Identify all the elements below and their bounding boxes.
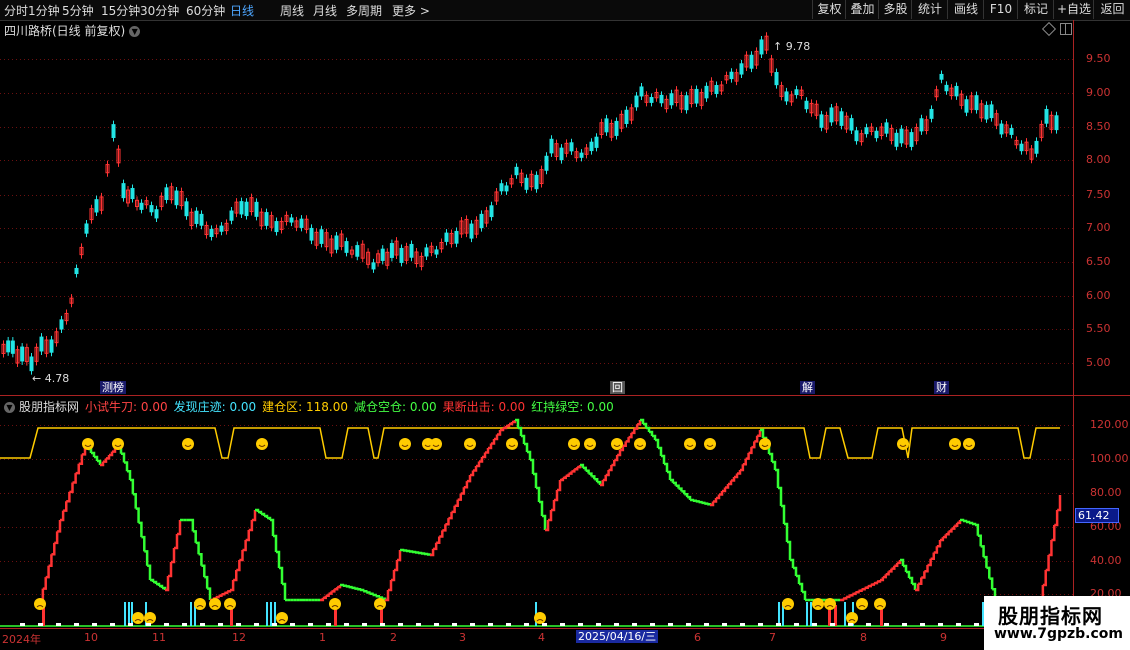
indicator-item: 果断出击: 0.00 [442, 400, 526, 414]
date-label: 4 [538, 631, 545, 644]
indicator-item: 小试牛刀: 0.00 [85, 400, 168, 414]
date-label: 12 [232, 631, 246, 644]
svg-text:↑ 9.78: ↑ 9.78 [773, 40, 810, 53]
price-tick: 7.50 [1086, 188, 1111, 201]
chevron-down-icon[interactable]: ▼ [4, 402, 15, 413]
event-marker[interactable]: 回 [610, 381, 625, 394]
date-label: 1 [319, 631, 326, 644]
indicator-tick: 40.00 [1090, 554, 1122, 567]
price-tick: 8.50 [1086, 120, 1111, 133]
watermark-title: 股朋指标网 [998, 604, 1103, 628]
indicator-tick: 80.00 [1090, 486, 1122, 499]
date-label: 3 [459, 631, 466, 644]
indicator-tick: 100.00 [1090, 452, 1129, 465]
price-tick: 6.00 [1086, 289, 1111, 302]
date-label: 2 [390, 631, 397, 644]
indicator-tick: 120.00 [1090, 418, 1129, 431]
event-marker[interactable]: 解 [800, 381, 815, 394]
indicator-item: 发现庄迹: 0.00 [173, 400, 257, 414]
indicator-name: 股朋指标网 [19, 400, 80, 414]
date-cursor: 2025/04/16/三 [576, 630, 658, 643]
date-label: 2024年 [2, 633, 41, 646]
date-label: 6 [694, 631, 701, 644]
indicator-item: 建仓区: 118.00 [262, 400, 349, 414]
date-label: 10 [84, 631, 98, 644]
price-tick: 5.50 [1086, 322, 1111, 335]
event-marker[interactable]: 测榜 [100, 381, 126, 394]
last-value-badge: 61.42 [1075, 508, 1119, 523]
price-chart[interactable]: ↑ 9.78 ← 4.78 [0, 0, 1130, 650]
price-tick: 9.50 [1086, 52, 1111, 65]
indicator-title: ▼ 股朋指标网 小试牛刀: 0.00 发现庄迹: 0.00 建仓区: 118.00 减仓空… [4, 398, 626, 415]
price-tick: 8.00 [1086, 153, 1111, 166]
date-label: 11 [152, 631, 166, 644]
event-marker[interactable]: 财 [934, 381, 949, 394]
price-tick: 5.00 [1086, 356, 1111, 369]
date-label: 7 [769, 631, 776, 644]
date-label: 9 [940, 631, 947, 644]
date-label: 8 [860, 631, 867, 644]
svg-text:← 4.78: ← 4.78 [32, 372, 69, 385]
indicator-item: 减仓空仓: 0.00 [354, 400, 437, 414]
watermark-url: www.7gpzb.com [994, 626, 1124, 642]
price-tick: 6.50 [1086, 255, 1111, 268]
price-tick: 9.00 [1086, 86, 1111, 99]
watermark: 股朋指标网 www.7gpzb.com [984, 596, 1130, 650]
indicator-item: 红持绿空: 0.00 [531, 400, 614, 414]
price-tick: 7.00 [1086, 221, 1111, 234]
